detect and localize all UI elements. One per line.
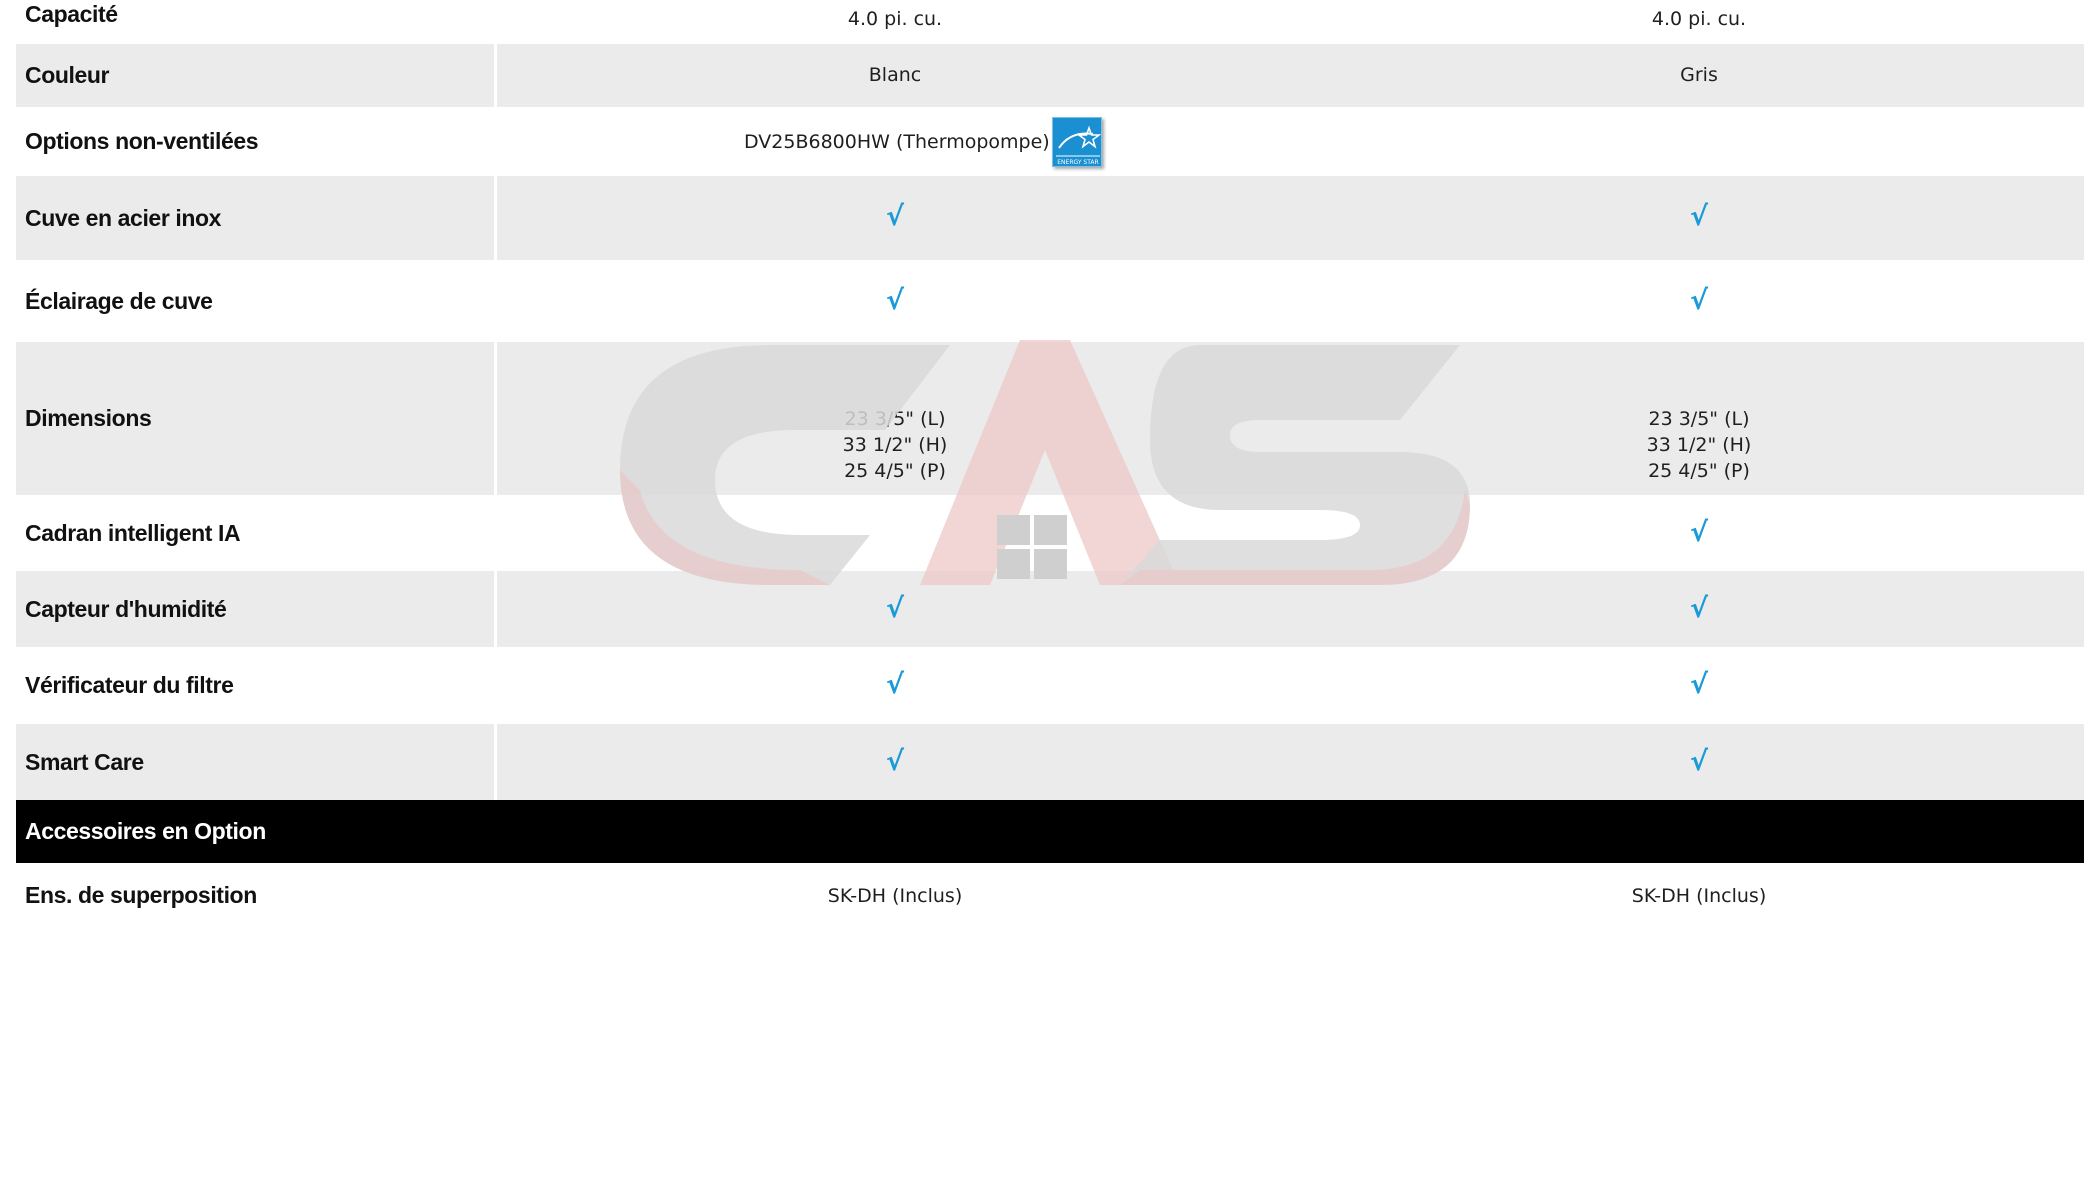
spec-row-ai-smart-dial: Cadran intelligent IA √ [16,495,2084,571]
check-icon: √ [885,746,905,777]
spec-row-filter-check: Vérificateur du filtre √ √ [16,647,2084,724]
spec-row-capacity: Capacité 4.0 pi. cu. 4.0 pi. cu. [16,0,2084,44]
capacity-value-2: 4.0 pi. cu. [1651,8,1747,30]
check-icon: √ [1689,201,1709,232]
dimension-width: 23 3/5" (L) [1648,408,1750,430]
dimension-depth: 25 4/5" (P) [844,460,946,482]
spec-row-stacking-kit: Ens. de superposition SK-DH (Inclus) SK-… [16,863,2084,925]
column-divider [494,44,497,107]
non-vented-model-link[interactable]: DV25B6800HW (Thermopompe) [744,131,1050,153]
row-label: Cuve en acier inox [25,204,222,231]
color-value-1: Blanc [868,64,922,86]
section-header-optional-accessories: Accessoires en Option [16,800,2084,863]
capacity-value-1: 4.0 pi. cu. [847,8,943,30]
check-icon: √ [1689,593,1709,624]
row-label: Smart Care [25,748,144,775]
color-value-2: Gris [1680,64,1718,86]
check-icon: √ [1689,669,1709,700]
column-divider [494,724,497,800]
dimension-height: 33 1/2" (H) [842,434,948,456]
section-title: Accessoires en Option [25,818,266,844]
stacking-kit-value-2: SK-DH (Inclus) [1631,885,1767,907]
row-label: Éclairage de cuve [25,287,213,314]
dimension-width: 23 3/5" (L) [844,408,946,430]
spec-row-stainless-drum: Cuve en acier inox √ √ [16,176,2084,260]
row-label: Ens. de superposition [25,881,257,908]
energy-star-text: ENERGY STAR [1057,159,1098,166]
row-label: Capteur d'humidité [25,595,227,622]
spec-comparison-table: Capacité 4.0 pi. cu. 4.0 pi. cu. Couleur… [16,0,2084,925]
stacking-kit-value-1: SK-DH (Inclus) [827,885,963,907]
row-label: Dimensions [25,405,152,431]
spec-row-smart-care: Smart Care √ √ [16,724,2084,800]
check-icon: √ [885,201,905,232]
spec-row-drum-light: Éclairage de cuve √ √ [16,260,2084,342]
row-label: Capacité [25,0,118,27]
dimension-depth: 25 4/5" (P) [1648,460,1750,482]
non-vented-option: DV25B6800HW (Thermopompe) ENERGY STAR [744,117,1102,167]
spec-row-non-vented-options: Options non-ventilées DV25B6800HW (Therm… [16,107,2084,176]
dimensions-value-2: 23 3/5" (L) 33 1/2" (H) 25 4/5" (P) [1647,406,1752,484]
spec-row-moisture-sensor: Capteur d'humidité √ √ [16,571,2084,647]
spec-row-dimensions: Dimensions 23 3/5" (L) 33 1/2" (H) 25 4/… [16,342,2084,495]
row-label: Vérificateur du filtre [25,672,234,698]
row-label: Cadran intelligent IA [25,519,241,546]
column-divider [494,342,497,495]
row-label: Options non-ventilées [25,128,259,154]
check-icon: √ [1689,517,1709,548]
check-icon: √ [885,593,905,624]
check-icon: √ [885,285,905,316]
check-icon: √ [1689,746,1709,777]
energy-star-icon: ENERGY STAR [1051,117,1102,167]
check-icon: √ [885,669,905,700]
column-divider [494,571,497,647]
check-icon: √ [1689,285,1709,316]
dimension-height: 33 1/2" (H) [1646,434,1752,456]
row-label: Couleur [25,62,110,88]
spec-row-color: Couleur Blanc Gris [16,44,2084,107]
dimensions-value-1: 23 3/5" (L) 33 1/2" (H) 25 4/5" (P) [843,406,948,484]
column-divider [494,176,497,260]
